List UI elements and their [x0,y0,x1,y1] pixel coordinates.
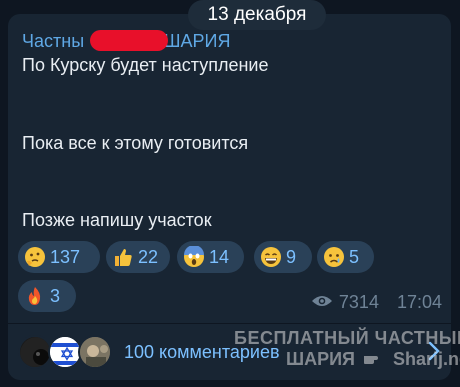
comments-divider [8,323,451,324]
reaction-chip-screaming[interactable]: 14 [177,241,244,273]
commenter-avatar-3 [78,335,112,369]
message-time: 17:04 [396,292,442,312]
reaction-count: 14 [209,246,230,267]
commenter-avatar-1 [18,335,52,369]
eye-icon [311,292,333,313]
reaction-chip-thumbs-up[interactable]: 22 [106,241,170,273]
reaction-count: 9 [286,246,297,267]
reaction-chip-thinking[interactable]: 137 [18,241,100,273]
chevron-right-icon [428,341,440,366]
reaction-chip-crying[interactable]: 5 [317,241,374,273]
sender-name-end: ШАРИЯ [164,31,231,51]
message-meta: 7314 17:04 [311,292,442,313]
reaction-count: 22 [138,246,159,267]
reaction-count: 5 [349,246,360,267]
comments-button[interactable]: 100 комментариев [18,333,446,373]
sender-name-start: Частны [22,31,85,51]
message-line-2: Пока все к этому готовится [22,133,249,153]
reaction-chip-grinning[interactable]: 9 [254,241,312,273]
reaction-chip-fire[interactable]: 3 [18,280,76,312]
israel-flag-avatar [48,335,82,369]
message-line-3: Позже напишу участок [22,210,212,230]
fire-icon [24,285,46,307]
crying-face-icon [323,246,345,268]
date-separator: 13 декабря [188,0,326,30]
reaction-count: 3 [50,285,61,306]
grinning-face-icon [260,246,282,268]
screaming-face-icon [183,245,205,268]
redaction-mark [90,30,168,51]
sender-name[interactable]: Частны ШАРИЯ [22,29,230,53]
comments-label: 100 комментариев [124,342,280,362]
thumbs-up-icon [112,246,134,268]
view-count: 7314 [338,292,379,312]
reaction-count: 137 [50,246,81,267]
message-line-1: По Курску будет наступление [22,55,269,75]
thinking-face-icon [24,246,46,268]
